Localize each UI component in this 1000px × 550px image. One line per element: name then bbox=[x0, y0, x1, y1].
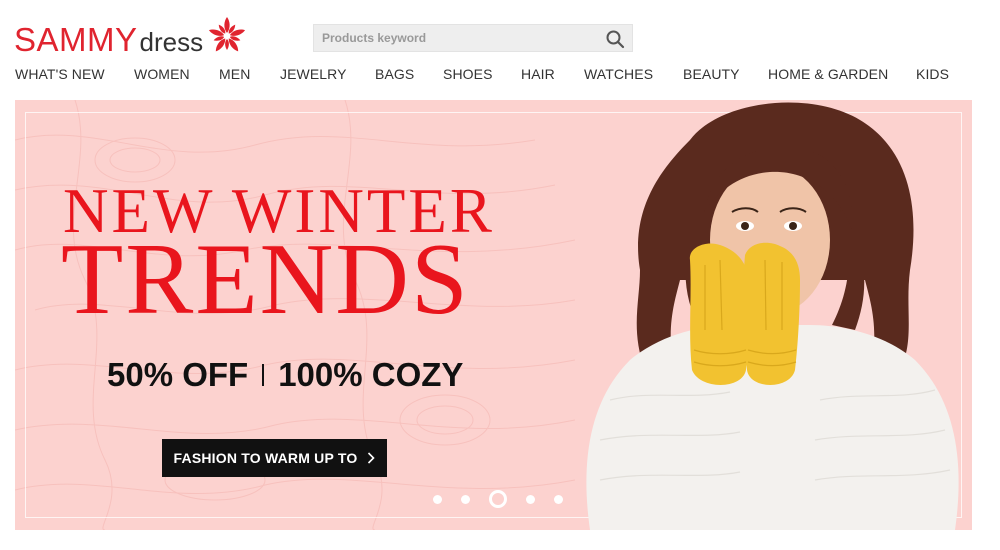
nav-item-men[interactable]: MEN bbox=[219, 66, 250, 82]
carousel-dot[interactable] bbox=[554, 494, 563, 504]
cta-label: FASHION TO WARM UP TO bbox=[173, 450, 358, 466]
nav-item-whats-new[interactable]: WHAT'S NEW bbox=[15, 66, 105, 82]
flower-logo-icon bbox=[209, 17, 246, 52]
nav-item-beauty[interactable]: BEAUTY bbox=[683, 66, 740, 82]
carousel-dot-active[interactable] bbox=[489, 490, 507, 508]
nav-item-bags[interactable]: BAGS bbox=[375, 66, 414, 82]
model-photo bbox=[586, 102, 959, 530]
search-bar bbox=[313, 24, 633, 52]
search-input[interactable] bbox=[314, 25, 602, 51]
carousel-dot[interactable] bbox=[461, 494, 470, 504]
hero-banner[interactable]: NEW WINTER TRENDS 50% OFF 100% COZY FASH… bbox=[15, 100, 972, 530]
nav-item-watches[interactable]: WATCHES bbox=[584, 66, 653, 82]
banner-offer: 50% OFF 100% COZY bbox=[107, 356, 463, 394]
search-icon[interactable] bbox=[604, 28, 626, 50]
logo-text-sammy: SAMMY bbox=[14, 21, 138, 58]
carousel-dot[interactable] bbox=[526, 494, 535, 504]
nav-item-kids[interactable]: KIDS bbox=[916, 66, 949, 82]
offer-cozy-text: 100% COZY bbox=[278, 356, 464, 393]
nav-item-home-garden[interactable]: HOME & GARDEN bbox=[768, 66, 888, 82]
banner-headline-line2: TRENDS bbox=[61, 223, 470, 336]
offer-divider bbox=[262, 364, 265, 386]
site-logo[interactable]: SAMMY dress bbox=[14, 17, 248, 58]
nav-item-jewelry[interactable]: JEWELRY bbox=[280, 66, 347, 82]
nav-item-women[interactable]: WOMEN bbox=[134, 66, 190, 82]
logo-text-dress: dress bbox=[139, 27, 204, 57]
nav-item-hair[interactable]: HAIR bbox=[521, 66, 555, 82]
banner-cta-button[interactable]: FASHION TO WARM UP TO bbox=[162, 439, 387, 477]
carousel-dots bbox=[433, 490, 582, 508]
main-nav: WHAT'S NEW WOMEN MEN JEWELRY BAGS SHOES … bbox=[0, 66, 1000, 88]
carousel-dot[interactable] bbox=[433, 494, 442, 504]
nav-item-shoes[interactable]: SHOES bbox=[443, 66, 493, 82]
offer-discount-text: 50% OFF bbox=[107, 356, 249, 393]
chevron-right-icon bbox=[368, 452, 376, 464]
